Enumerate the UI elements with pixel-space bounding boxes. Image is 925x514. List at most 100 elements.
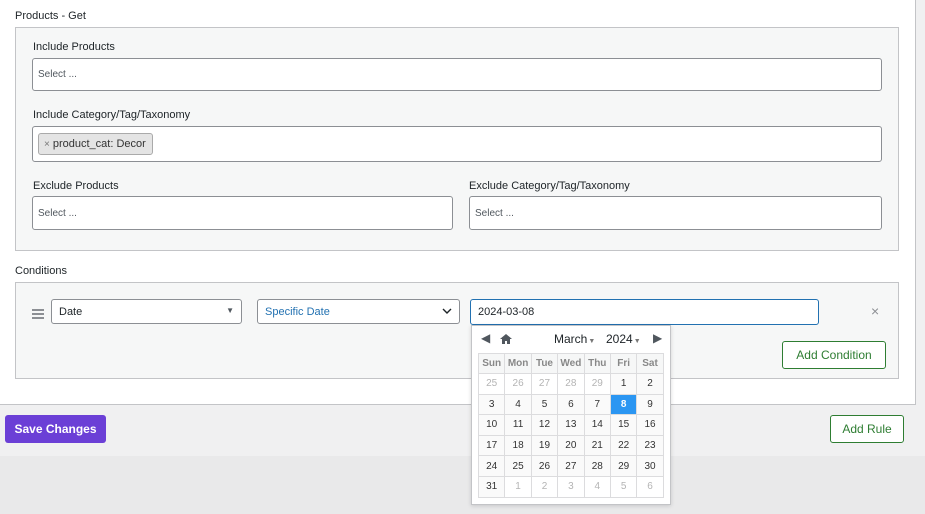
calendar-day[interactable]: 23 — [636, 434, 664, 457]
calendar-day[interactable]: 26 — [530, 455, 559, 477]
conditions-title: Conditions — [15, 265, 67, 277]
condition-mode-select[interactable]: Specific Date — [257, 299, 460, 324]
calendar-day[interactable]: 21 — [583, 434, 611, 457]
remove-condition-icon[interactable]: × — [871, 303, 879, 319]
calendar-day[interactable]: 14 — [583, 414, 611, 436]
month-caret-icon: ▼ — [588, 338, 596, 345]
calendar-day[interactable]: 29 — [609, 455, 638, 477]
exclude-taxonomy-placeholder: Select ... — [475, 207, 514, 219]
save-changes-button[interactable]: Save Changes — [5, 415, 106, 443]
weekday-header: Thu — [583, 353, 611, 374]
include-products-select[interactable]: Select ... — [32, 58, 882, 91]
calendar-day-other-month[interactable]: 1 — [504, 475, 532, 498]
calendar-week: 24 25 26 27 28 29 30 — [477, 455, 664, 477]
calendar-day[interactable]: 18 — [504, 434, 532, 457]
calendar-day[interactable]: 10 — [477, 414, 506, 436]
add-rule-button[interactable]: Add Rule — [830, 415, 904, 443]
chip-remove-icon[interactable]: × — [44, 139, 50, 150]
calendar-day-other-month[interactable]: 4 — [583, 475, 611, 498]
exclude-taxonomy-label: Exclude Category/Tag/Taxonomy — [469, 180, 630, 192]
calendar-day[interactable]: 9 — [636, 393, 664, 416]
calendar-day[interactable]: 24 — [477, 455, 506, 477]
add-condition-button[interactable]: Add Condition — [782, 341, 886, 369]
include-taxonomy-label: Include Category/Tag/Taxonomy — [33, 109, 191, 121]
calendar-day[interactable]: 30 — [636, 455, 664, 477]
weekday-header: Mon — [504, 353, 532, 374]
calendar-day[interactable]: 25 — [504, 455, 532, 477]
calendar-day[interactable]: 16 — [636, 414, 664, 436]
home-icon[interactable] — [499, 333, 513, 345]
year-caret-icon: ▼ — [633, 338, 641, 345]
calendar-day[interactable]: 12 — [530, 414, 559, 436]
condition-type-value: Date — [59, 305, 83, 318]
conditions-panel: Date ▼ Specific Date 2024-03-08 × Add Co… — [15, 282, 899, 379]
calendar-day[interactable]: 5 — [530, 393, 559, 416]
weekday-header: Tue — [530, 353, 559, 374]
exclude-products-label: Exclude Products — [33, 180, 119, 192]
include-products-placeholder: Select ... — [38, 69, 77, 80]
calendar-day[interactable]: 20 — [557, 434, 585, 457]
calendar-day[interactable]: 4 — [504, 393, 532, 416]
calendar-day[interactable]: 31 — [477, 475, 506, 498]
calendar-day[interactable]: 7 — [583, 393, 611, 416]
calendar-day-other-month[interactable]: 26 — [504, 373, 532, 395]
calendar-day[interactable]: 28 — [583, 455, 611, 477]
calendar-day-other-month[interactable]: 28 — [557, 373, 585, 395]
month-select[interactable]: March▼ — [554, 332, 595, 346]
calendar-day-other-month[interactable]: 27 — [530, 373, 559, 395]
rule-card: Products - Get Include Products Select .… — [0, 0, 916, 405]
calendar-day-other-month[interactable]: 3 — [557, 475, 585, 498]
datepicker: ◀ March▼ 2024▼ ▶ Sun Mon Tue Wed Thu Fri Sat 2… — [471, 325, 671, 505]
products-get-title: Products - Get — [15, 10, 86, 22]
condition-mode-value: Specific Date — [265, 305, 330, 318]
calendar-day[interactable]: 1 — [609, 373, 638, 395]
calendar-day-other-month[interactable]: 6 — [636, 475, 664, 498]
date-input-value: 2024-03-08 — [478, 306, 535, 318]
products-get-panel: Include Products Select ... Include Cate… — [15, 27, 899, 251]
weekday-header: Wed — [557, 353, 585, 374]
date-input[interactable]: 2024-03-08 — [470, 299, 819, 325]
calendar-week: 3456789 — [477, 393, 664, 416]
calendar-day[interactable]: 19 — [530, 434, 559, 457]
footer-band — [0, 456, 925, 514]
calendar-day[interactable]: 17 — [477, 434, 506, 457]
exclude-products-placeholder: Select ... — [38, 207, 77, 219]
calendar-day[interactable]: 3 — [477, 393, 506, 416]
weekday-header: Sun — [477, 353, 506, 374]
year-select[interactable]: 2024▼ — [606, 332, 641, 346]
calendar-week: 10 11 12 13 14 15 16 — [477, 414, 664, 436]
caret-down-icon: ▼ — [226, 306, 234, 315]
exclude-taxonomy-select[interactable]: Select ... — [469, 196, 882, 230]
calendar-day[interactable]: 13 — [557, 414, 585, 436]
condition-type-select[interactable]: Date ▼ — [51, 299, 242, 324]
month-value: March — [554, 332, 588, 346]
weekday-header: Fri — [609, 353, 638, 374]
include-products-label: Include Products — [33, 41, 115, 53]
calendar-day-other-month[interactable]: 29 — [583, 373, 611, 395]
calendar-day[interactable]: 11 — [504, 414, 532, 436]
calendar-week: 31 1 2 3 4 5 6 — [477, 475, 664, 498]
taxonomy-chip: × product_cat: Decor — [38, 133, 153, 155]
drag-handle-icon[interactable] — [32, 309, 44, 321]
calendar-day[interactable]: 27 — [557, 455, 585, 477]
calendar-day-other-month[interactable]: 2 — [530, 475, 559, 498]
include-taxonomy-select[interactable]: × product_cat: Decor — [32, 126, 882, 162]
calendar-day-other-month[interactable]: 5 — [609, 475, 638, 498]
calendar-week: 25 26 27 28 29 1 2 — [477, 373, 664, 395]
calendar-day[interactable]: 6 — [557, 393, 585, 416]
chevron-down-icon — [442, 308, 452, 314]
exclude-products-select[interactable]: Select ... — [32, 196, 453, 230]
calendar-grid: Sun Mon Tue Wed Thu Fri Sat 25 26 27 28 29 1 2 3 4 5 6 7 8… — [477, 353, 664, 498]
year-value: 2024 — [606, 332, 633, 346]
chip-label: product_cat: Decor — [52, 138, 146, 150]
weekday-header: Sat — [636, 353, 664, 374]
calendar-day[interactable]: 2 — [636, 373, 664, 395]
calendar-week: 17 18 19 20 21 22 23 — [477, 434, 664, 457]
calendar-day-other-month[interactable]: 25 — [477, 373, 506, 395]
datepicker-header: ◀ March▼ 2024▼ ▶ — [472, 326, 670, 353]
prev-month-icon[interactable]: ◀ — [481, 331, 490, 345]
next-month-icon[interactable]: ▶ — [653, 331, 662, 345]
calendar-day[interactable]: 22 — [609, 434, 638, 457]
calendar-day[interactable]: 15 — [609, 414, 638, 436]
calendar-day-selected[interactable]: 8 — [609, 393, 638, 416]
